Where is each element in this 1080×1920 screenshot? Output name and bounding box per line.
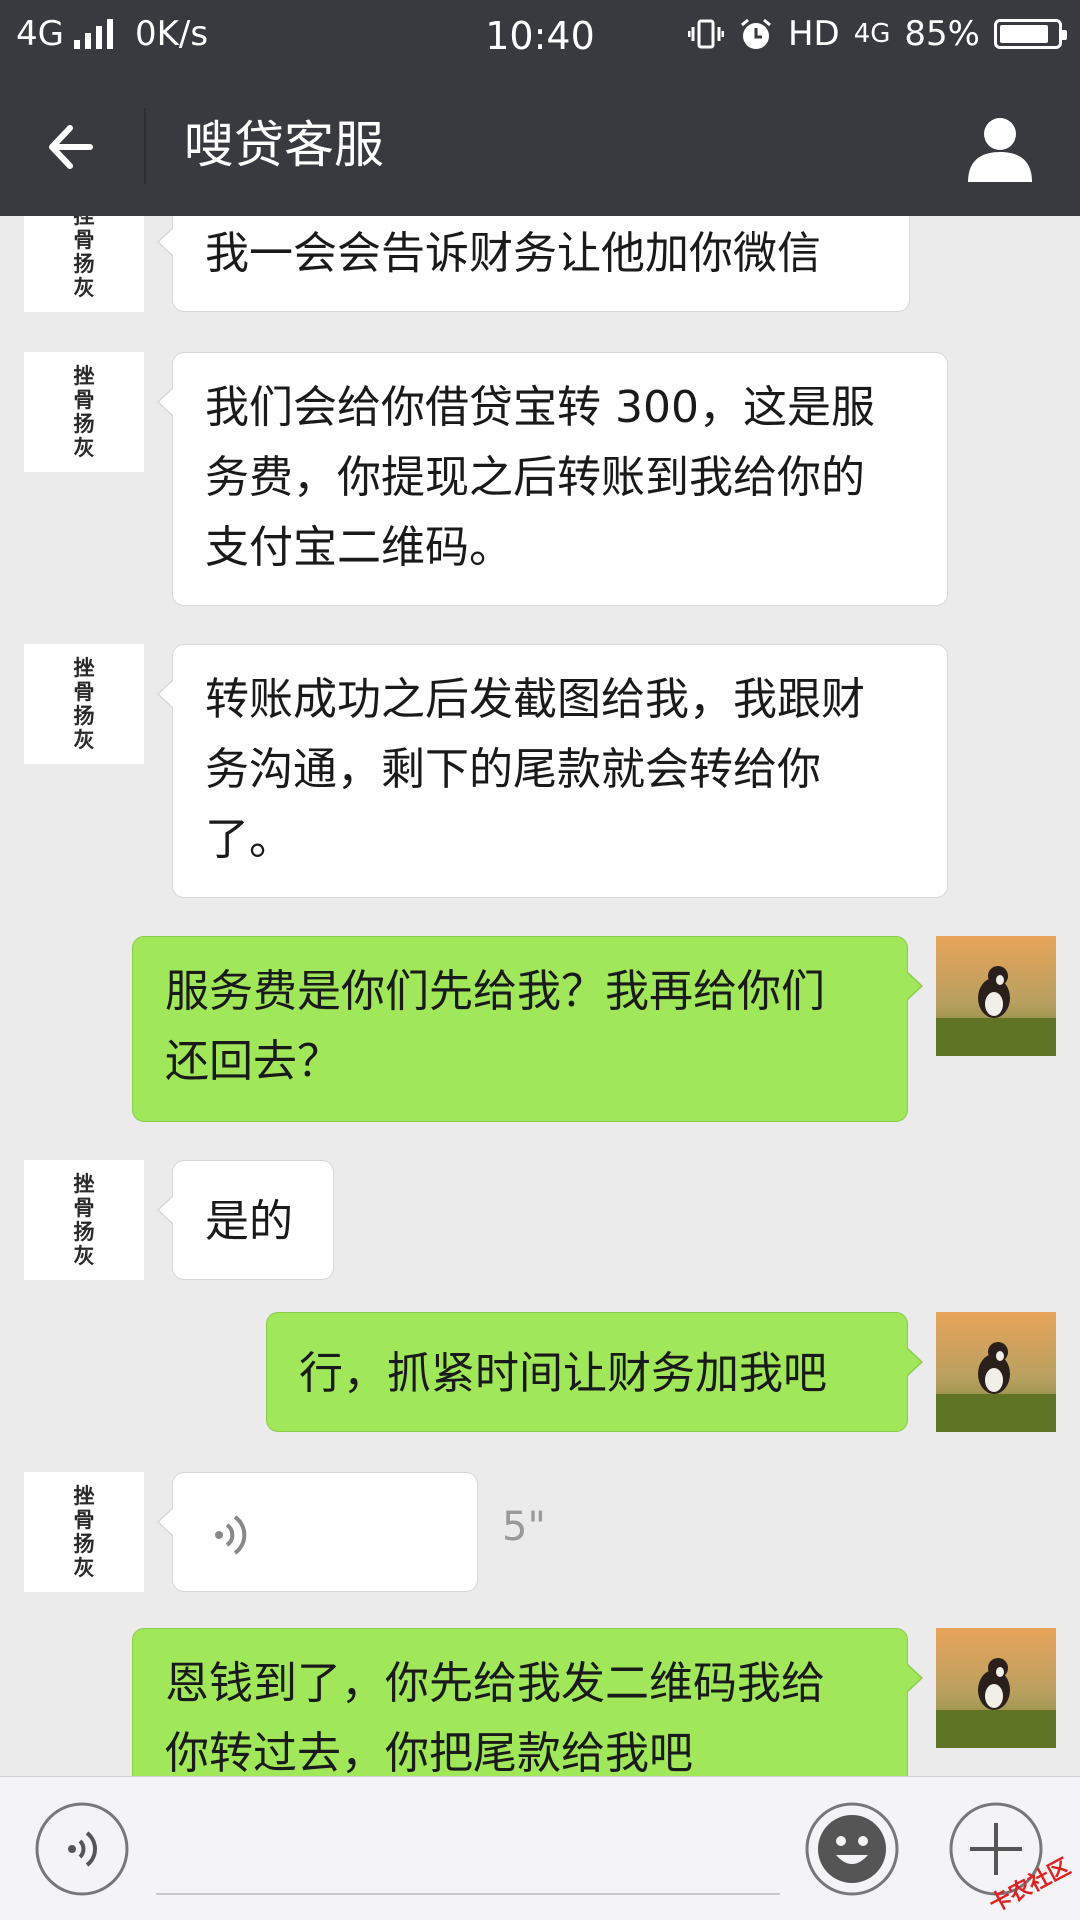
incoming-message-bubble[interactable]: 转账成功之后发截图给我，我跟财 务沟通，剩下的尾款就会转给你 了。: [157, 644, 948, 898]
message-line: 服务费是你们先给我？我再给你们: [165, 966, 825, 1017]
contact-avatar[interactable]: 挫骨扬灰: [24, 352, 144, 472]
voice-message-bubble[interactable]: [157, 1472, 478, 1592]
contact-avatar[interactable]: 挫骨扬灰: [24, 1160, 144, 1280]
voice-input-icon[interactable]: [34, 1801, 130, 1897]
avatar-seal: 挫骨扬灰: [73, 1171, 95, 1268]
avatar-seal: 挫骨扬灰: [73, 216, 95, 300]
network-type-2: 4G: [853, 19, 891, 49]
message-text: 是的: [205, 1196, 293, 1247]
battery-fill: [1000, 25, 1048, 43]
message-line: 我们会给你借贷宝转 300，这是服: [205, 382, 875, 433]
avatar-seal: 挫骨扬灰: [73, 655, 95, 752]
person-icon[interactable]: [964, 112, 1036, 184]
alarm-icon: [741, 18, 771, 49]
message-text: 行，抓紧时间让财务加我吧: [299, 1348, 827, 1399]
vibrate-icon: [687, 19, 724, 49]
chat-area[interactable]: 挫骨扬灰 我一会会告诉财务让他加你微信 挫骨扬灰 我们会给你借贷宝转 300，这…: [0, 216, 1080, 1776]
message-line: 你转过去，你把尾款给我吧: [165, 1728, 693, 1776]
smiley-icon[interactable]: [804, 1801, 900, 1897]
avatar-seal: 挫骨扬灰: [73, 363, 95, 460]
outgoing-message-bubble[interactable]: 行，抓紧时间让财务加我吧: [266, 1312, 923, 1432]
incoming-message-bubble[interactable]: 我一会会告诉财务让他加你微信: [157, 216, 910, 312]
message-line: 了。: [205, 814, 293, 865]
voice-duration: 5": [502, 1504, 546, 1550]
message-input[interactable]: [156, 1893, 780, 1895]
message-text: 我一会会告诉财务让他加你微信: [205, 228, 821, 279]
my-avatar[interactable]: [936, 1312, 1056, 1432]
message-line: 转账成功之后发截图给我，我跟财: [205, 674, 865, 725]
contact-avatar[interactable]: 挫骨扬灰: [24, 216, 144, 312]
message-line: 支付宝二维码。: [205, 522, 513, 573]
status-bar: 4G 0K/s 10:40 HD 4G 85%: [0, 0, 1080, 76]
message-line: 务费，你提现之后转账到我给你的: [205, 452, 865, 503]
my-avatar[interactable]: [936, 936, 1056, 1056]
outgoing-message-bubble[interactable]: 服务费是你们先给我？我再给你们 还回去？: [132, 936, 923, 1122]
voice-wave-icon: [215, 1515, 247, 1555]
battery-percent: 85%: [904, 14, 980, 54]
title-bar: 嗖贷客服: [0, 76, 1080, 216]
input-bar: [0, 1776, 1080, 1920]
message-line: 还回去？: [165, 1036, 341, 1087]
incoming-message-bubble[interactable]: 是的: [157, 1160, 334, 1280]
title-divider: [144, 108, 146, 184]
battery-icon: [994, 19, 1067, 49]
my-avatar[interactable]: [936, 1628, 1056, 1748]
message-line: 务沟通，剩下的尾款就会转给你: [205, 744, 821, 795]
message-line: 恩钱到了，你先给我发二维码我给: [165, 1658, 825, 1709]
avatar-seal: 挫骨扬灰: [73, 1483, 95, 1580]
outgoing-message-bubble[interactable]: 恩钱到了，你先给我发二维码我给 你转过去，你把尾款给我吧: [132, 1628, 923, 1776]
hd-indicator: HD: [787, 14, 840, 54]
arrow-left-icon[interactable]: [40, 114, 106, 180]
status-bar-right: HD 4G 85%: [687, 14, 1067, 54]
contact-avatar[interactable]: 挫骨扬灰: [24, 1472, 144, 1592]
contact-avatar[interactable]: 挫骨扬灰: [24, 644, 144, 764]
incoming-message-bubble[interactable]: 我们会给你借贷宝转 300，这是服 务费，你提现之后转账到我给你的 支付宝二维码…: [157, 352, 948, 606]
chat-title: 嗖贷客服: [184, 116, 384, 174]
